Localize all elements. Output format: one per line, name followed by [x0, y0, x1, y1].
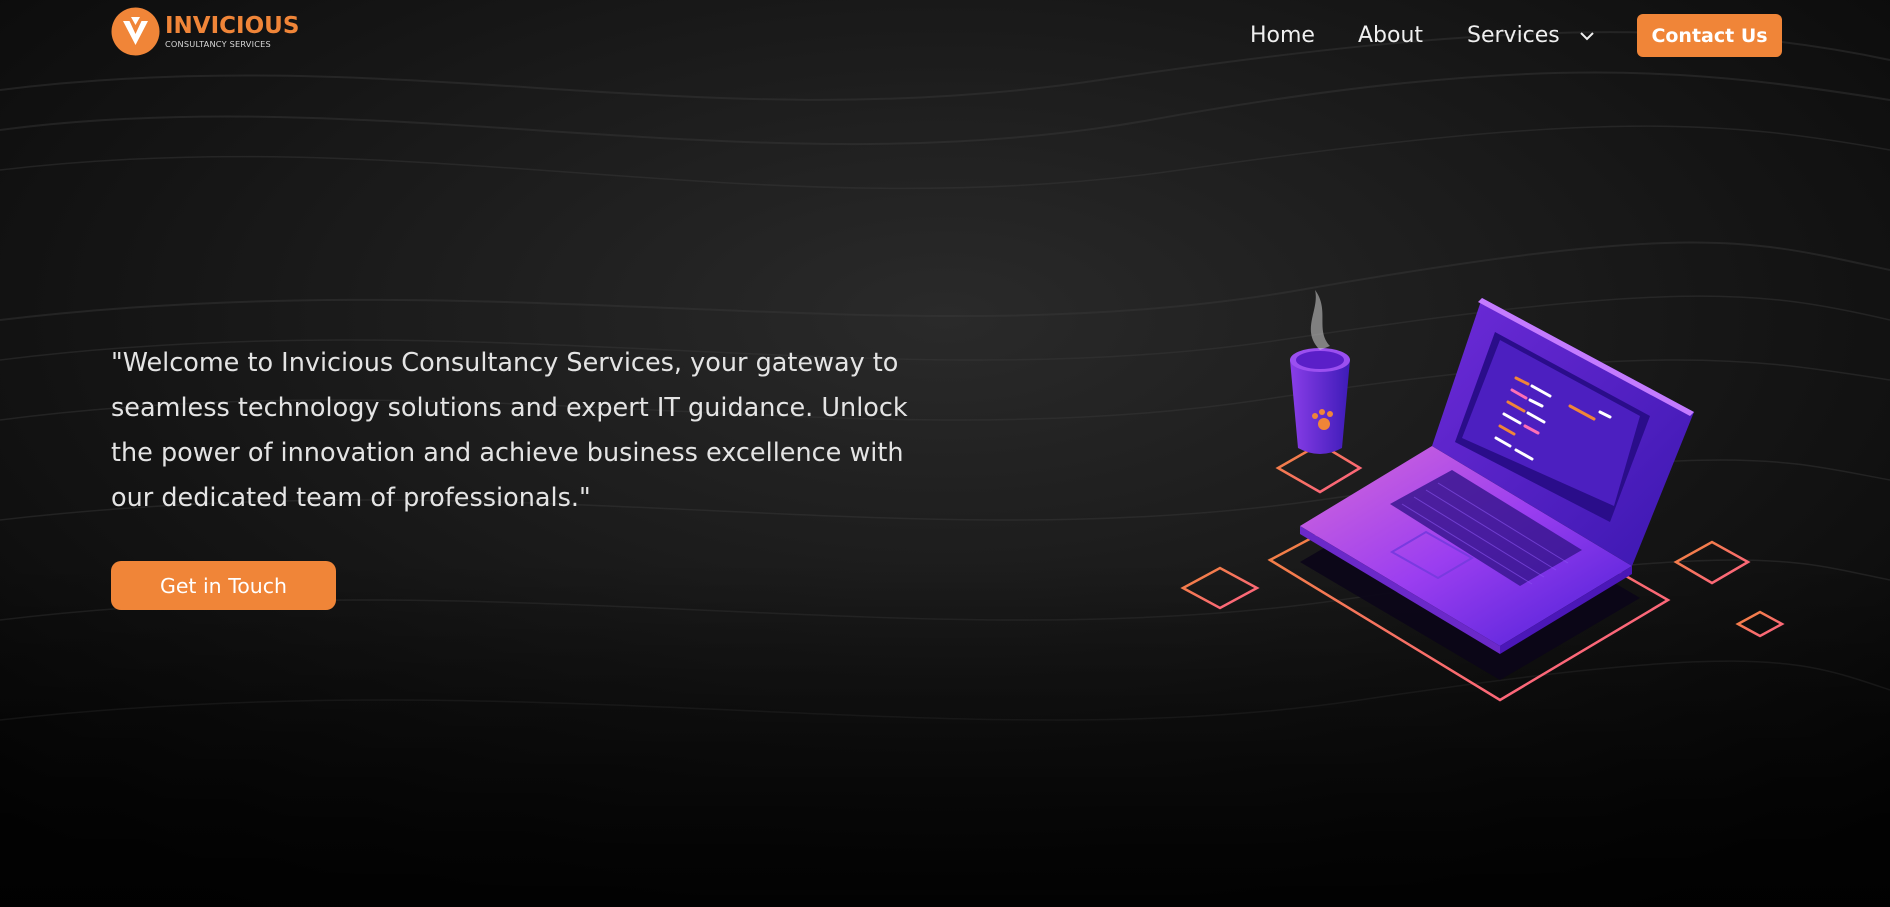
brand-logo-icon — [111, 7, 160, 56]
brand-logo[interactable]: INVICIOUS CONSULTANCY SERVICES — [111, 7, 299, 56]
nav-home[interactable]: Home — [1250, 20, 1315, 52]
nav-services[interactable]: Services — [1467, 20, 1595, 52]
contact-us-button[interactable]: Contact Us — [1637, 14, 1782, 57]
site-header: INVICIOUS CONSULTANCY SERVICES Home Abou… — [0, 0, 1890, 72]
nav-services-label: Services — [1467, 23, 1560, 48]
laptop-illustration — [1180, 290, 1785, 702]
brand-tagline: CONSULTANCY SERVICES — [165, 38, 271, 49]
hero-quote: "Welcome to Invicious Consultancy Servic… — [111, 348, 908, 513]
nav-about[interactable]: About — [1358, 20, 1423, 52]
brand-name: INVICIOUS — [165, 12, 300, 39]
chevron-down-icon — [1580, 32, 1594, 41]
get-in-touch-button[interactable]: Get in Touch — [111, 561, 336, 610]
